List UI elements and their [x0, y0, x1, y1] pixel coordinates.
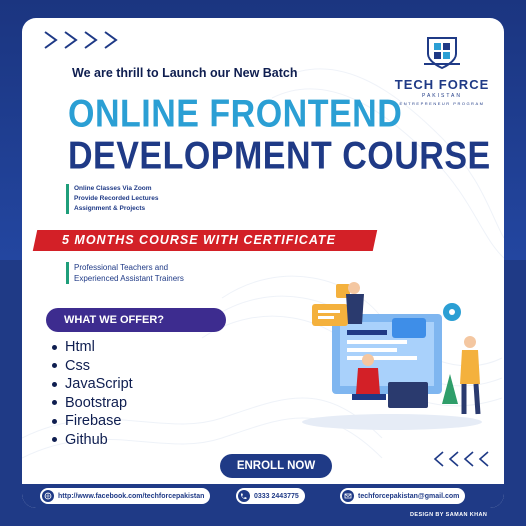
email-address: techforcepakistan@gmail.com	[358, 492, 460, 500]
code-window-icon	[312, 304, 348, 326]
teachers-line: Experienced Assistant Trainers	[74, 274, 184, 283]
chevron-right-icon	[84, 31, 98, 49]
list-item: Html	[52, 338, 133, 357]
logo-name: TECH FORCE	[394, 77, 490, 92]
bullet-icon	[52, 418, 57, 424]
browser-window-icon	[392, 318, 426, 338]
plant-icon	[442, 374, 458, 404]
person-head	[348, 282, 360, 294]
mail-icon	[342, 490, 354, 502]
chair-icon	[352, 394, 386, 400]
logo-country: PAKISTAN	[422, 93, 462, 99]
offer-item-label: Css	[65, 357, 90, 374]
chevron-group-bottom	[432, 450, 491, 468]
teachers-note: Professional Teachers and Experienced As…	[66, 262, 184, 284]
phone-number: 0333 2443775	[254, 492, 299, 500]
bullet-icon	[52, 437, 57, 443]
teachers-line: Professional Teachers and	[74, 263, 169, 272]
list-item: Firebase	[52, 412, 133, 431]
person-head	[362, 354, 374, 366]
chevron-right-icon	[44, 31, 58, 49]
chevron-group-top	[42, 30, 120, 50]
bullet-icon	[52, 363, 57, 369]
list-item: Css	[52, 357, 133, 376]
bullet-icon	[52, 381, 57, 387]
person-body	[356, 368, 380, 394]
chevron-right-icon	[104, 31, 118, 49]
logo-tagline: ENTREPRENEUR PROGRAM	[399, 101, 485, 106]
list-item: Github	[52, 431, 133, 450]
person-body	[460, 350, 480, 384]
chevron-left-icon	[478, 451, 489, 467]
chevron-left-icon	[433, 451, 444, 467]
list-item: JavaScript	[52, 375, 133, 394]
feature-item: Assignment & Projects	[74, 205, 146, 212]
offer-list: Html Css JavaScript Bootstrap Firebase G…	[52, 338, 133, 449]
feature-item: Provide Recorded Lectures	[74, 195, 159, 202]
facebook-url: http://www.facebook.com/techforcepakista…	[58, 492, 205, 500]
globe-icon	[42, 490, 54, 502]
person-head	[464, 336, 476, 348]
offer-item-label: Html	[65, 339, 95, 355]
offer-item-label: Github	[65, 431, 108, 448]
offer-item-label: JavaScript	[65, 376, 133, 392]
certificate-banner-text: 5 MONTHS COURSE WITH CERTIFICATE	[62, 233, 336, 247]
person-body	[346, 294, 364, 324]
illustration-shadow	[302, 414, 482, 430]
chevron-left-icon	[448, 451, 459, 467]
bullet-icon	[52, 400, 57, 406]
feature-item: Online Classes Via Zoom	[74, 185, 152, 192]
chevron-right-icon	[64, 31, 78, 49]
title-line-1: ONLINE FRONTEND	[68, 92, 403, 136]
chevron-left-icon	[463, 451, 474, 467]
features-list: Online Classes Via Zoom Provide Recorded…	[66, 184, 159, 214]
developer-illustration	[302, 282, 482, 430]
flyer-card: TECH FORCE PAKISTAN ENTREPRENEUR PROGRAM…	[22, 18, 504, 508]
title-line-2: DEVELOPMENT COURSE	[68, 134, 491, 178]
phone-icon	[238, 490, 250, 502]
brand-logo: TECH FORCE PAKISTAN ENTREPRENEUR PROGRAM	[392, 34, 492, 118]
email-link[interactable]: techforcepakistan@gmail.com	[340, 488, 466, 504]
enroll-now-button[interactable]: ENROLL NOW	[220, 454, 332, 478]
phone-link[interactable]: 0333 2443775	[236, 488, 305, 504]
shield-icon	[424, 37, 460, 70]
bullet-icon	[52, 344, 57, 350]
intro-text: We are thrill to Launch our New Batch	[72, 66, 298, 80]
facebook-link[interactable]: http://www.facebook.com/techforcepakista…	[40, 488, 211, 504]
offer-heading: WHAT WE OFFER?	[46, 308, 226, 332]
offer-item-label: Bootstrap	[65, 394, 128, 411]
list-item: Bootstrap	[52, 394, 133, 413]
design-credit: DESIGN BY SAMAN KHAN	[410, 512, 488, 518]
offer-item-label: Firebase	[65, 413, 122, 429]
laptop-icon	[388, 382, 428, 408]
